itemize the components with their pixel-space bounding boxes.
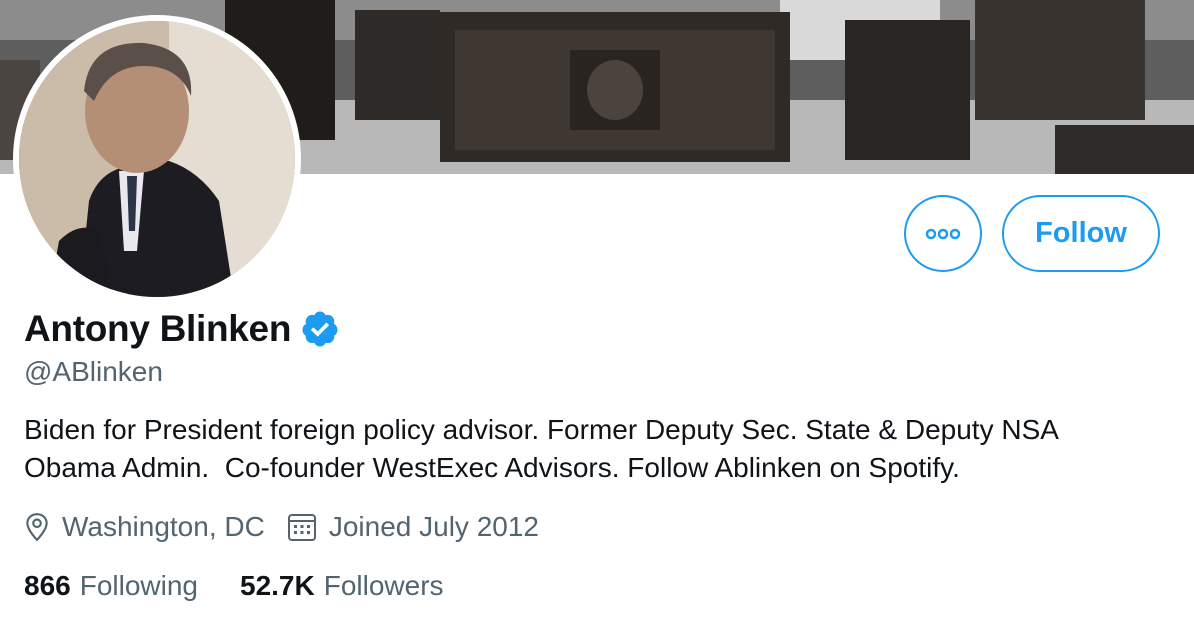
following-count: 866	[24, 570, 71, 601]
profile-name-row: Antony Blinken	[24, 306, 340, 352]
avatar[interactable]	[19, 21, 295, 297]
joined-item: Joined July 2012	[287, 511, 539, 543]
avatar-frame[interactable]	[13, 15, 301, 303]
profile-bio: Biden for President foreign policy advis…	[24, 414, 1059, 483]
more-icon	[925, 228, 961, 239]
followers-label: Followers	[323, 570, 444, 601]
more-options-button[interactable]	[904, 195, 982, 272]
profile-meta: Washington, DC Joined July 2012	[24, 506, 561, 548]
profile-name: Antony Blinken	[24, 308, 292, 349]
following-link[interactable]: 866 Following	[24, 570, 198, 602]
following-label: Following	[79, 570, 198, 601]
followers-link[interactable]: 52.7K Followers	[240, 570, 444, 602]
follow-button[interactable]: Follow	[1002, 195, 1160, 272]
avatar-photo	[19, 21, 295, 297]
profile-handle: @ABlinken	[24, 356, 163, 387]
location-item: Washington, DC	[24, 511, 265, 543]
followers-count: 52.7K	[240, 570, 315, 601]
joined-text: Joined July 2012	[328, 511, 539, 542]
profile-stats: 866 Following 52.7K Followers	[24, 566, 486, 606]
verified-badge-icon[interactable]	[300, 309, 340, 349]
location-pin-icon	[26, 513, 48, 542]
calendar-icon	[287, 514, 316, 541]
location-text: Washington, DC	[62, 511, 265, 542]
